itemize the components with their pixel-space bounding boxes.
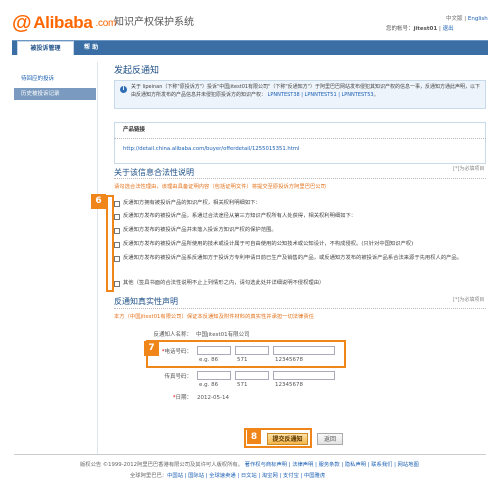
alibaba-logo[interactable]: @ Alibaba .com — [12, 10, 116, 36]
step-badge-6: 6 — [91, 194, 106, 209]
fax-number-input[interactable] — [273, 371, 335, 380]
sidebar-item-history[interactable]: 历史被投诉记录 — [14, 88, 96, 100]
login-info: 您的帐号：jitest01 | 退出 — [386, 26, 454, 33]
phone-country-hint: e.g. 86 — [199, 357, 219, 363]
sidebar: 待回应的投诉 历史被投诉记录 — [14, 62, 98, 454]
fax-country-input[interactable] — [197, 371, 231, 380]
fax-area-input[interactable] — [235, 371, 269, 380]
footer-links[interactable]: 著作权与商标声明 | 法律声明 | 服务条款 | 隐私声明 | 联系我们 | 网… — [245, 462, 419, 468]
login-user: jitest01 — [413, 26, 438, 32]
phone-country-input[interactable] — [197, 346, 231, 355]
global-prefix: 全球阿里巴巴： — [130, 473, 168, 479]
logo-text: Alibaba — [33, 12, 93, 32]
legal-checkbox-1[interactable] — [114, 201, 120, 207]
date-label-text: 日期： — [175, 395, 192, 401]
phone-area-input[interactable] — [235, 346, 269, 355]
global-site-links[interactable]: 中国站 | 国际站 | 全球速卖通 | 日文站 | 淘宝网 | 支付宝 | 中国… — [167, 473, 325, 479]
legal-option-4: 反通知方发布的被投诉产品所使用的技术或设计属于可自由使用的公知技术或公知设计，不… — [123, 241, 414, 247]
legal-option-1: 反通知方拥有被投诉产品的知识产权，相关权利明细如下： — [123, 200, 261, 206]
info-text: 关于 lipeinan（下称"原投诉方"）投诉"中国jitest01有限公司"（… — [131, 84, 481, 99]
page-title: 发起反通知 — [114, 66, 160, 76]
product-link-label: 产品链接 — [123, 127, 146, 133]
legal-required-note: [*]为必填项目 — [453, 166, 485, 172]
system-title: 知识产权保护系统 — [114, 17, 194, 28]
alibaba-logo-icon: @ — [12, 12, 32, 34]
info-tail: 。 — [373, 91, 379, 98]
fax-country-hint: e.g. 86 — [199, 382, 219, 388]
legal-checkbox-6[interactable] — [114, 281, 120, 287]
legal-option-2: 反通知方发布的被投诉产品，系通过合法途径从第三方知识产权所有人处获得，相关权利明… — [123, 213, 357, 219]
legal-option-3: 反通知方发布的被投诉产品并未落入投诉方知识产权的保护范围。 — [123, 227, 277, 233]
sender-value: 中国jitest01有限公司 — [196, 332, 250, 338]
legal-checkbox-5[interactable] — [114, 256, 120, 262]
divider — [114, 178, 486, 179]
legal-option-6: 其他（签具书面的合法性说明不止上列情形之内，请勾选此处并详细说明不侵权理由） — [123, 280, 325, 286]
statement-required-note: [*]为必填项目 — [453, 297, 485, 303]
divider — [114, 308, 486, 309]
statement-section-title: 反通知真实性声明 — [114, 297, 178, 306]
fax-label: 传真号码： — [164, 374, 192, 380]
footer-global: 全球阿里巴巴：中国站 | 国际站 | 全球速卖通 | 日文站 | 淘宝网 | 支… — [130, 473, 470, 480]
product-id-links[interactable]: LPNNTEST38 | LPNNTEST51 | LPNNTEST53 — [268, 92, 374, 98]
phone-area-hint: 571 — [237, 357, 248, 363]
tab-help[interactable]: 帮 助 — [84, 41, 98, 55]
phone-number-hint: 12345678 — [275, 357, 303, 363]
divider — [114, 138, 486, 139]
sidebar-item-pending[interactable]: 待回应的投诉 — [14, 73, 96, 85]
tab-complaint-management[interactable]: 被投诉管理 — [17, 41, 74, 55]
legal-checkbox-2[interactable] — [114, 214, 120, 220]
sender-label: 反通知人名称： — [153, 332, 192, 338]
date-value: 2012-05-14 — [197, 395, 229, 401]
page: { "header":{ "logo_text":"Alibaba", "log… — [0, 0, 500, 488]
info-icon: i — [120, 86, 127, 93]
language-switch: 中文版 | English — [446, 16, 488, 23]
lang-cn: 中文版 — [446, 16, 463, 22]
legal-checkbox-4[interactable] — [114, 242, 120, 248]
footer-copyright: 版权公告 ©1999-2012阿里巴巴香港有限公司及其许可人版权所有。 著作权与… — [80, 462, 480, 469]
footer-divider — [14, 454, 486, 455]
fax-number-hint: 12345678 — [275, 382, 303, 388]
product-link-box — [114, 122, 486, 164]
submit-counter-notice-button[interactable]: 提交反通知 — [267, 433, 308, 445]
login-prefix: 您的帐号： — [386, 26, 414, 32]
legal-instruction: 请勾选合法性理由，该理由具备证明内容（包括证明文件）将提交至原投诉方阿里巴巴公司 — [114, 184, 326, 190]
logout-link[interactable]: 退出 — [443, 26, 454, 32]
legal-section-title: 关于该信息合法性说明 — [114, 168, 194, 177]
statement-declaration: 本方（中国jitest01有限公司）保证本反通知及附件材料的真实性并承担一切法律… — [114, 314, 314, 320]
product-url-link[interactable]: http://detail.china.alibaba.com/buyer/of… — [123, 146, 299, 153]
logo-suffix: .com — [95, 17, 117, 29]
legal-checkbox-3[interactable] — [114, 228, 120, 234]
back-button[interactable]: 返回 — [317, 433, 343, 445]
date-label: *日期： — [150, 395, 192, 402]
lang-en-link[interactable]: English — [468, 16, 488, 22]
highlight-box-6 — [106, 195, 114, 292]
phone-label-text: 电话号码： — [164, 349, 192, 355]
copyright-text: 版权公告 ©1999-2012阿里巴巴香港有限公司及其许可人版权所有。 — [80, 462, 243, 468]
phone-label: *电话号码： — [150, 349, 192, 356]
fax-area-hint: 571 — [237, 382, 248, 388]
step-badge-8: 8 — [247, 430, 261, 444]
legal-option-5: 反通知方发布的被投诉产品系反通知方于投诉方专利申请日前已生产及销售的产品，或反通… — [123, 255, 463, 261]
phone-number-input[interactable] — [273, 346, 335, 355]
